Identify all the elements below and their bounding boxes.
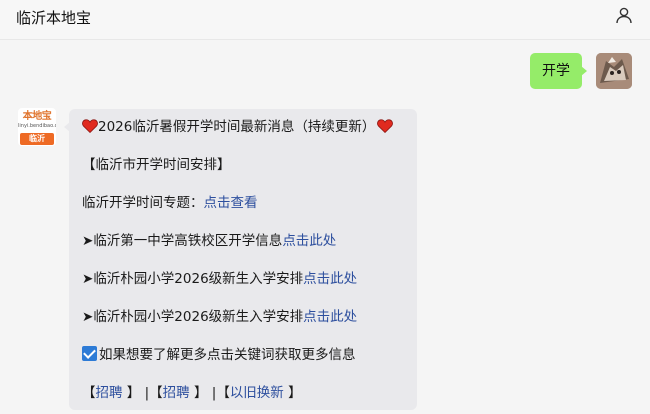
message-title: 2026临沂暑假开学时间最新消息（持续更新） — [98, 119, 376, 135]
user-icon[interactable] — [615, 6, 633, 24]
bracket-open: 【 — [216, 385, 230, 401]
keyword-line: 【招聘 】 |【招聘 】 |【以旧换新 】 — [82, 383, 302, 403]
topic-line: 临沂开学时间专题：点击查看 — [82, 193, 258, 213]
list-item-link[interactable]: 点击此处 — [303, 271, 357, 287]
list-item-link[interactable]: 点击此处 — [282, 233, 336, 249]
bot-avatar[interactable]: 本地宝 linyi.bendibao.com 临沂 — [18, 108, 56, 146]
message-title-line: 2026临沂暑假开学时间最新消息（持续更新） — [82, 117, 394, 137]
keyword-link-trade-in[interactable]: 以旧换新 — [230, 385, 284, 401]
keyword-link-jobs[interactable]: 招聘 — [96, 385, 123, 401]
heart-icon — [82, 119, 98, 133]
keyword-link-jobs-2[interactable]: 招聘 — [163, 385, 190, 401]
arrow-icon: ➤ — [82, 309, 94, 325]
list-item: ➤临沂朴园小学2026级新生入学安排点击此处 — [82, 307, 357, 327]
heart-icon — [377, 119, 394, 133]
bracket-close: 】 — [283, 385, 302, 401]
topic-prefix: 临沂开学时间专题： — [82, 195, 204, 211]
logo-text-top: 本地宝 — [22, 111, 52, 122]
hint-text: 如果想要了解更多点击关键词获取更多信息 — [99, 347, 356, 363]
arrow-icon: ➤ — [82, 271, 94, 287]
hint-line: 如果想要了解更多点击关键词获取更多信息 — [82, 345, 356, 365]
bracket-close: 】 — [189, 385, 208, 401]
user-avatar[interactable] — [596, 53, 632, 89]
logo-text-city: 临沂 — [20, 133, 54, 145]
list-item-link[interactable]: 点击此处 — [303, 309, 357, 325]
bracket-open: 【 — [82, 385, 96, 401]
outgoing-message-bubble: 开学 — [530, 53, 587, 89]
topic-link[interactable]: 点击查看 — [204, 195, 258, 211]
incoming-message-bubble: 2026临沂暑假开学时间最新消息（持续更新） 【临沂市开学时间安排】 临沂开学时… — [64, 109, 417, 410]
list-item: ➤临沂第一中学高铁校区开学信息点击此处 — [82, 231, 336, 251]
outgoing-message-text: 开学 — [542, 63, 570, 79]
bracket-close: 】 — [122, 385, 141, 401]
list-item-text: 临沂朴园小学2026级新生入学安排 — [93, 309, 304, 325]
list-item-text: 临沂朴园小学2026级新生入学安排 — [93, 271, 304, 287]
section-heading: 【临沂市开学时间安排】 — [82, 157, 231, 173]
checkbox-icon — [82, 346, 97, 361]
list-item: ➤临沂朴园小学2026级新生入学安排点击此处 — [82, 269, 357, 289]
bracket-open: 【 — [149, 385, 163, 401]
chat-title: 临沂本地宝 — [16, 9, 92, 27]
logo-text-url: linyi.bendibao.com — [18, 123, 56, 129]
list-item-text: 临沂第一中学高铁校区开学信息 — [93, 233, 283, 249]
top-bar: 临沂本地宝 — [0, 0, 650, 40]
arrow-icon: ➤ — [82, 233, 94, 249]
